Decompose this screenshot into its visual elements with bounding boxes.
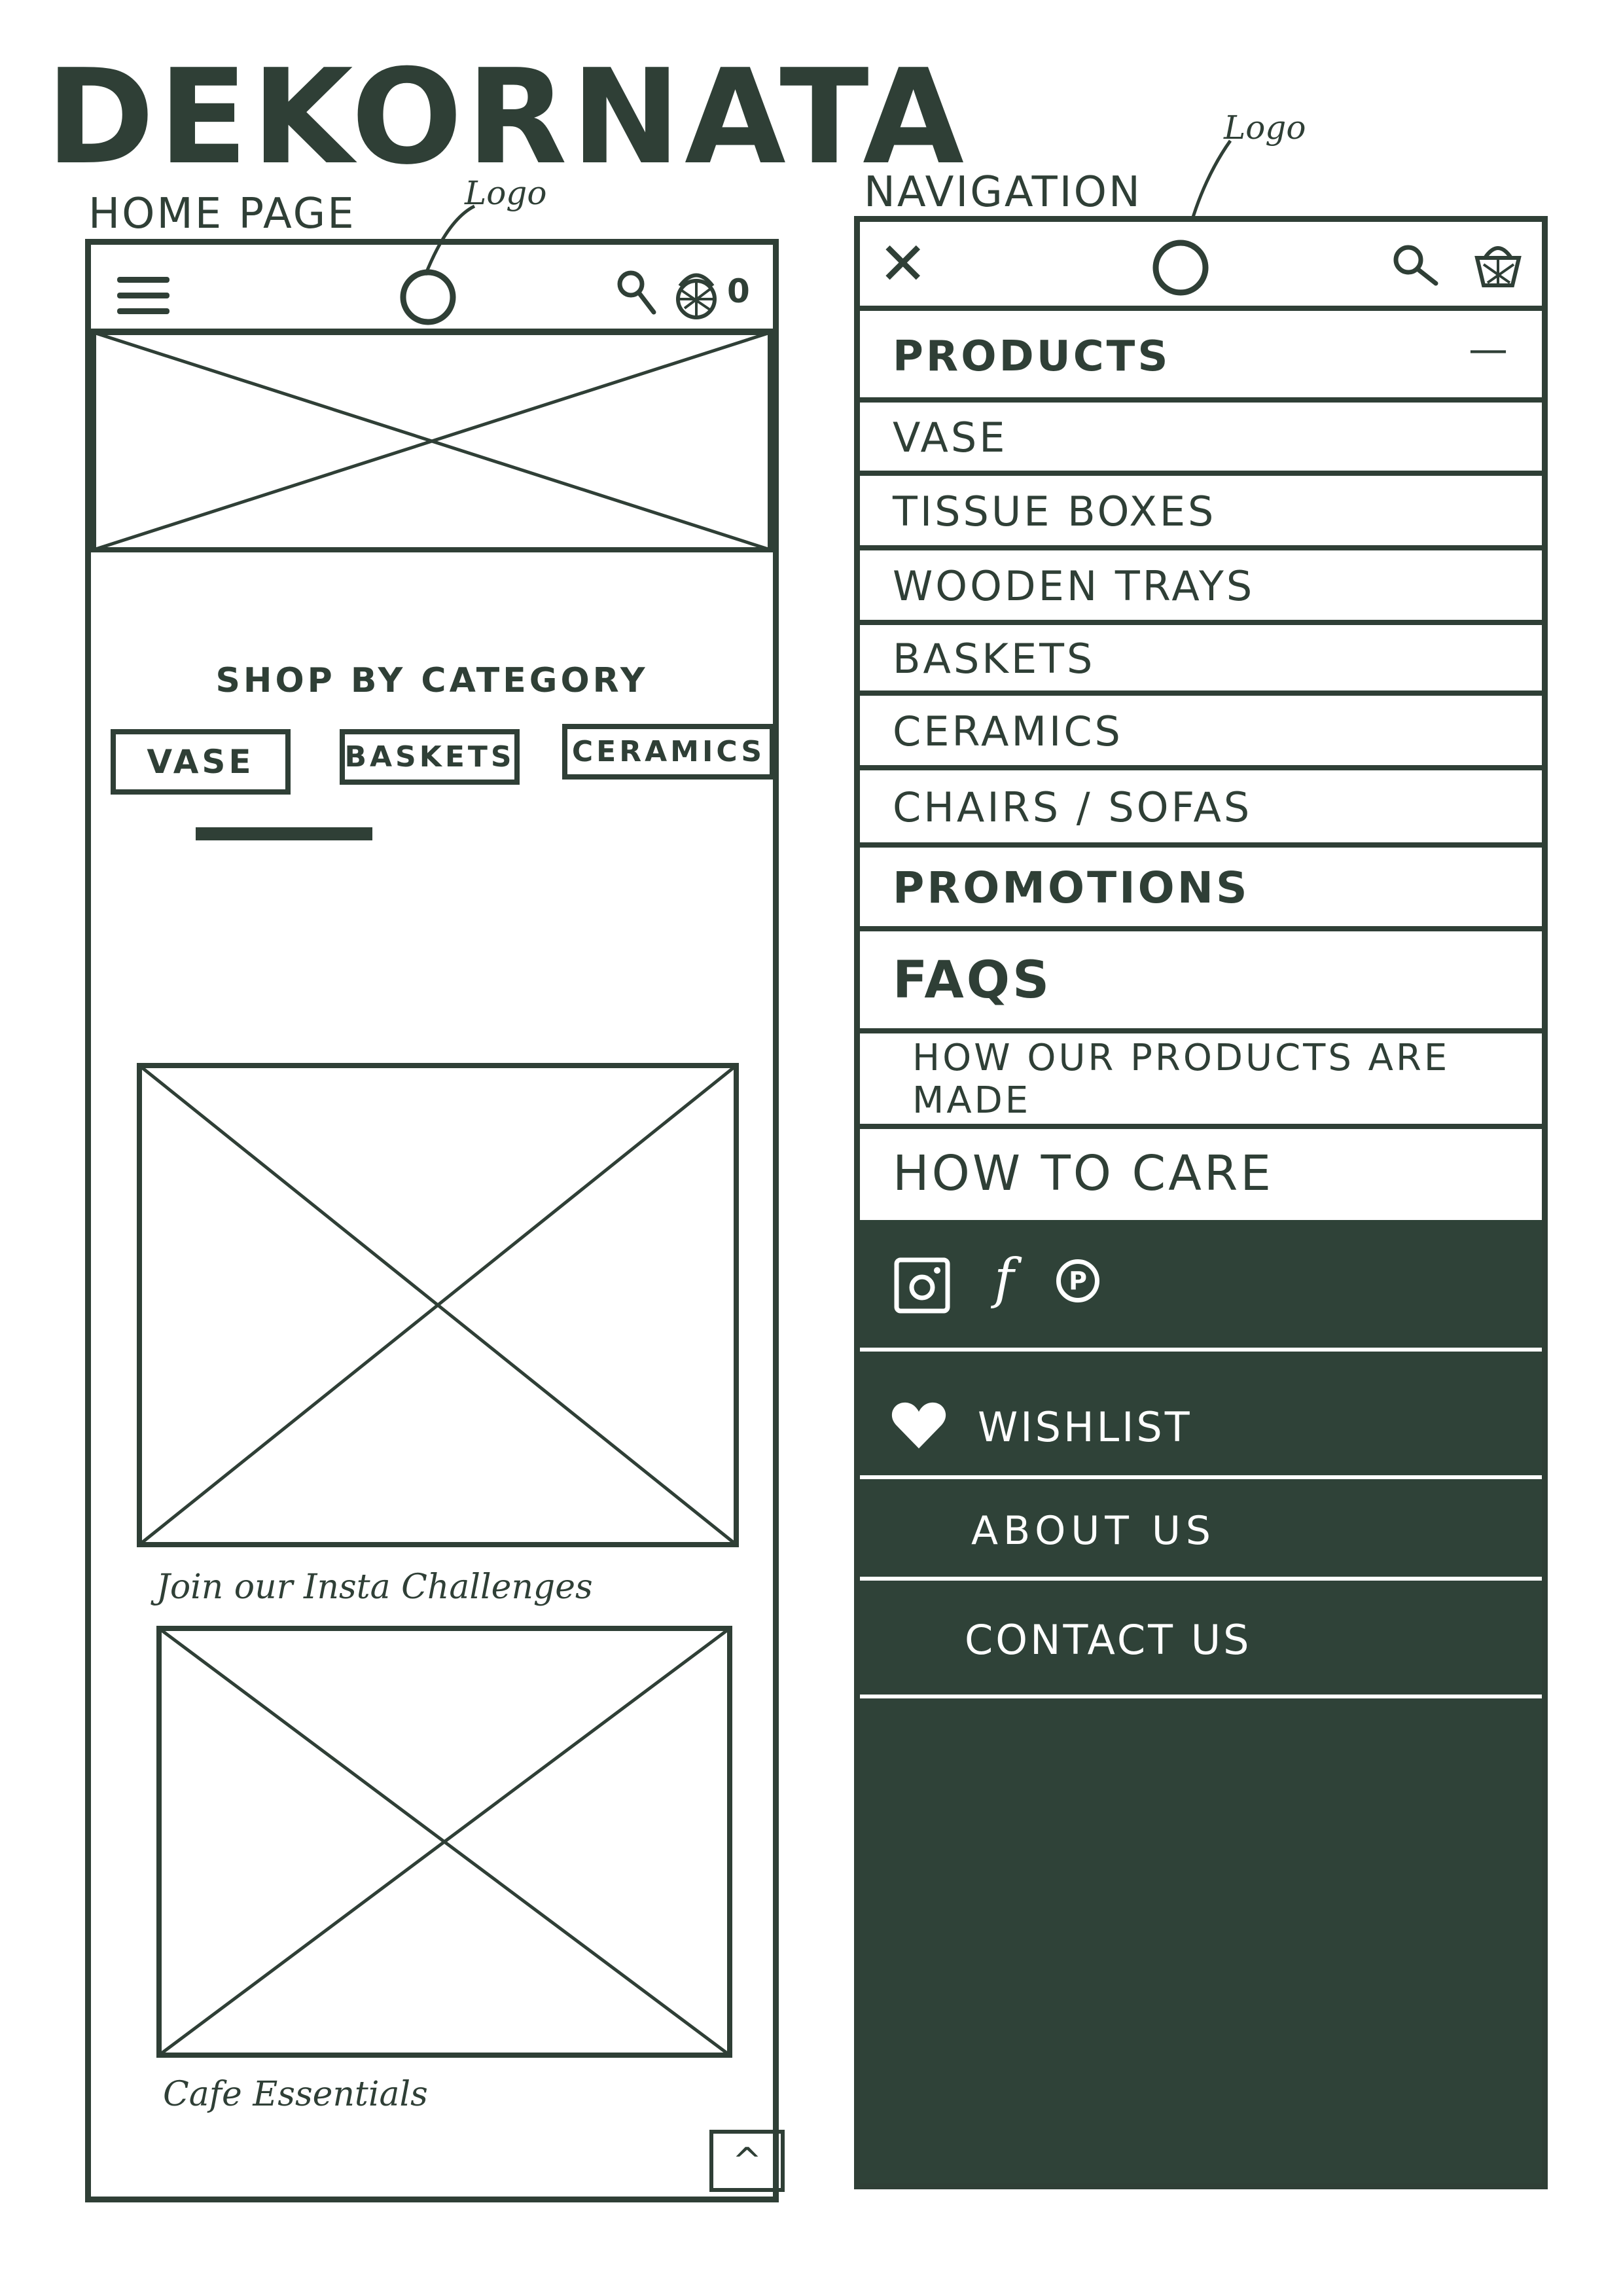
panel-divider <box>860 1348 1542 1352</box>
nav-divider <box>860 1028 1542 1033</box>
panel-divider <box>860 1475 1542 1479</box>
nav-divider <box>860 1124 1542 1129</box>
home-header: 0 <box>91 245 773 336</box>
nav-phone-frame: ✕ PRODUCTS — VASE TISSUE BOXES WOODEN TR… <box>854 216 1548 2189</box>
instagram-icon[interactable] <box>893 1256 952 1315</box>
nav-divider <box>860 926 1542 931</box>
nav-logo-placeholder[interactable] <box>1148 235 1213 300</box>
nav-products-label: PRODUCTS <box>893 332 1171 381</box>
pinterest-icon[interactable]: P <box>1056 1259 1099 1302</box>
nav-item-wooden-trays[interactable]: WOODEN TRAYS <box>860 550 1542 621</box>
nav-item-vase[interactable]: VASE <box>860 403 1542 472</box>
category-button-ceramics[interactable]: CERAMICS <box>562 724 775 780</box>
heart-icon <box>891 1402 946 1448</box>
nav-item-wishlist[interactable]: WISHLIST <box>978 1403 1192 1451</box>
facebook-icon[interactable]: f <box>994 1253 1014 1306</box>
nav-header: ✕ <box>860 222 1542 314</box>
search-icon[interactable] <box>615 268 660 320</box>
home-page-title: HOME PAGE <box>88 190 356 238</box>
insta-challenge-caption: Join our Insta Challenges <box>156 1568 593 1607</box>
nav-divider <box>860 691 1542 696</box>
nav-item-contact-us[interactable]: CONTACT US <box>965 1616 1251 1664</box>
nav-item-how-to-care[interactable]: HOW TO CARE <box>860 1129 1542 1218</box>
basket-icon[interactable] <box>670 268 722 320</box>
nav-divider <box>860 471 1542 476</box>
insta-challenge-image-placeholder[interactable] <box>137 1063 739 1547</box>
arrow-up-icon: ^ <box>732 2140 762 2181</box>
nav-item-baskets[interactable]: BASKETS <box>860 625 1542 692</box>
nav-item-how-products-made[interactable]: HOW OUR PRODUCTS ARE MADE <box>860 1033 1542 1125</box>
nav-divider <box>860 545 1542 550</box>
category-button-baskets[interactable]: BASKETS <box>340 729 520 785</box>
nav-products-heading[interactable]: PRODUCTS <box>860 312 1542 401</box>
navigation-title: NAVIGATION <box>864 168 1142 217</box>
nav-item-tissue-boxes[interactable]: TISSUE BOXES <box>860 476 1542 547</box>
home-logo-placeholder[interactable] <box>395 264 461 330</box>
brand-title: DEKORNATA <box>46 41 968 194</box>
shop-by-category-heading: SHOP BY CATEGORY <box>215 661 649 700</box>
nav-divider <box>860 765 1542 770</box>
close-icon[interactable]: ✕ <box>878 235 927 294</box>
category-scroll-indicator <box>196 827 372 840</box>
nav-divider <box>860 842 1542 848</box>
back-to-top-button[interactable]: ^ <box>709 2130 785 2192</box>
cart-count: 0 <box>727 272 750 310</box>
nav-basket-icon[interactable] <box>1472 238 1524 291</box>
category-button-vase[interactable]: VASE <box>111 729 291 795</box>
home-phone-frame: 0 SHOP BY CATEGORY VASE BASKETS CERAMICS… <box>85 239 785 2202</box>
nav-item-ceramics[interactable]: CERAMICS <box>860 696 1542 766</box>
nav-dark-panel: f P WISHLIST ABOUT US CONTACT US <box>860 1220 1542 2183</box>
collapse-icon[interactable]: — <box>1469 330 1508 369</box>
nav-header-divider <box>860 306 1542 311</box>
nav-divider <box>860 397 1542 403</box>
hamburger-menu-icon[interactable] <box>117 274 176 320</box>
cafe-essentials-image-placeholder[interactable] <box>156 1626 732 2058</box>
cafe-essentials-caption: Cafe Essentials <box>163 2075 428 2114</box>
nav-divider <box>860 620 1542 625</box>
nav-search-icon[interactable] <box>1390 242 1442 294</box>
panel-divider <box>860 1695 1542 1698</box>
nav-item-about-us[interactable]: ABOUT US <box>971 1508 1216 1554</box>
nav-item-faqs[interactable]: FAQS <box>860 931 1542 1030</box>
nav-item-promotions[interactable]: PROMOTIONS <box>860 848 1542 927</box>
nav-item-chairs-sofas[interactable]: CHAIRS / SOFAS <box>860 770 1542 844</box>
panel-divider <box>860 1577 1542 1581</box>
hero-image-placeholder <box>91 330 773 552</box>
